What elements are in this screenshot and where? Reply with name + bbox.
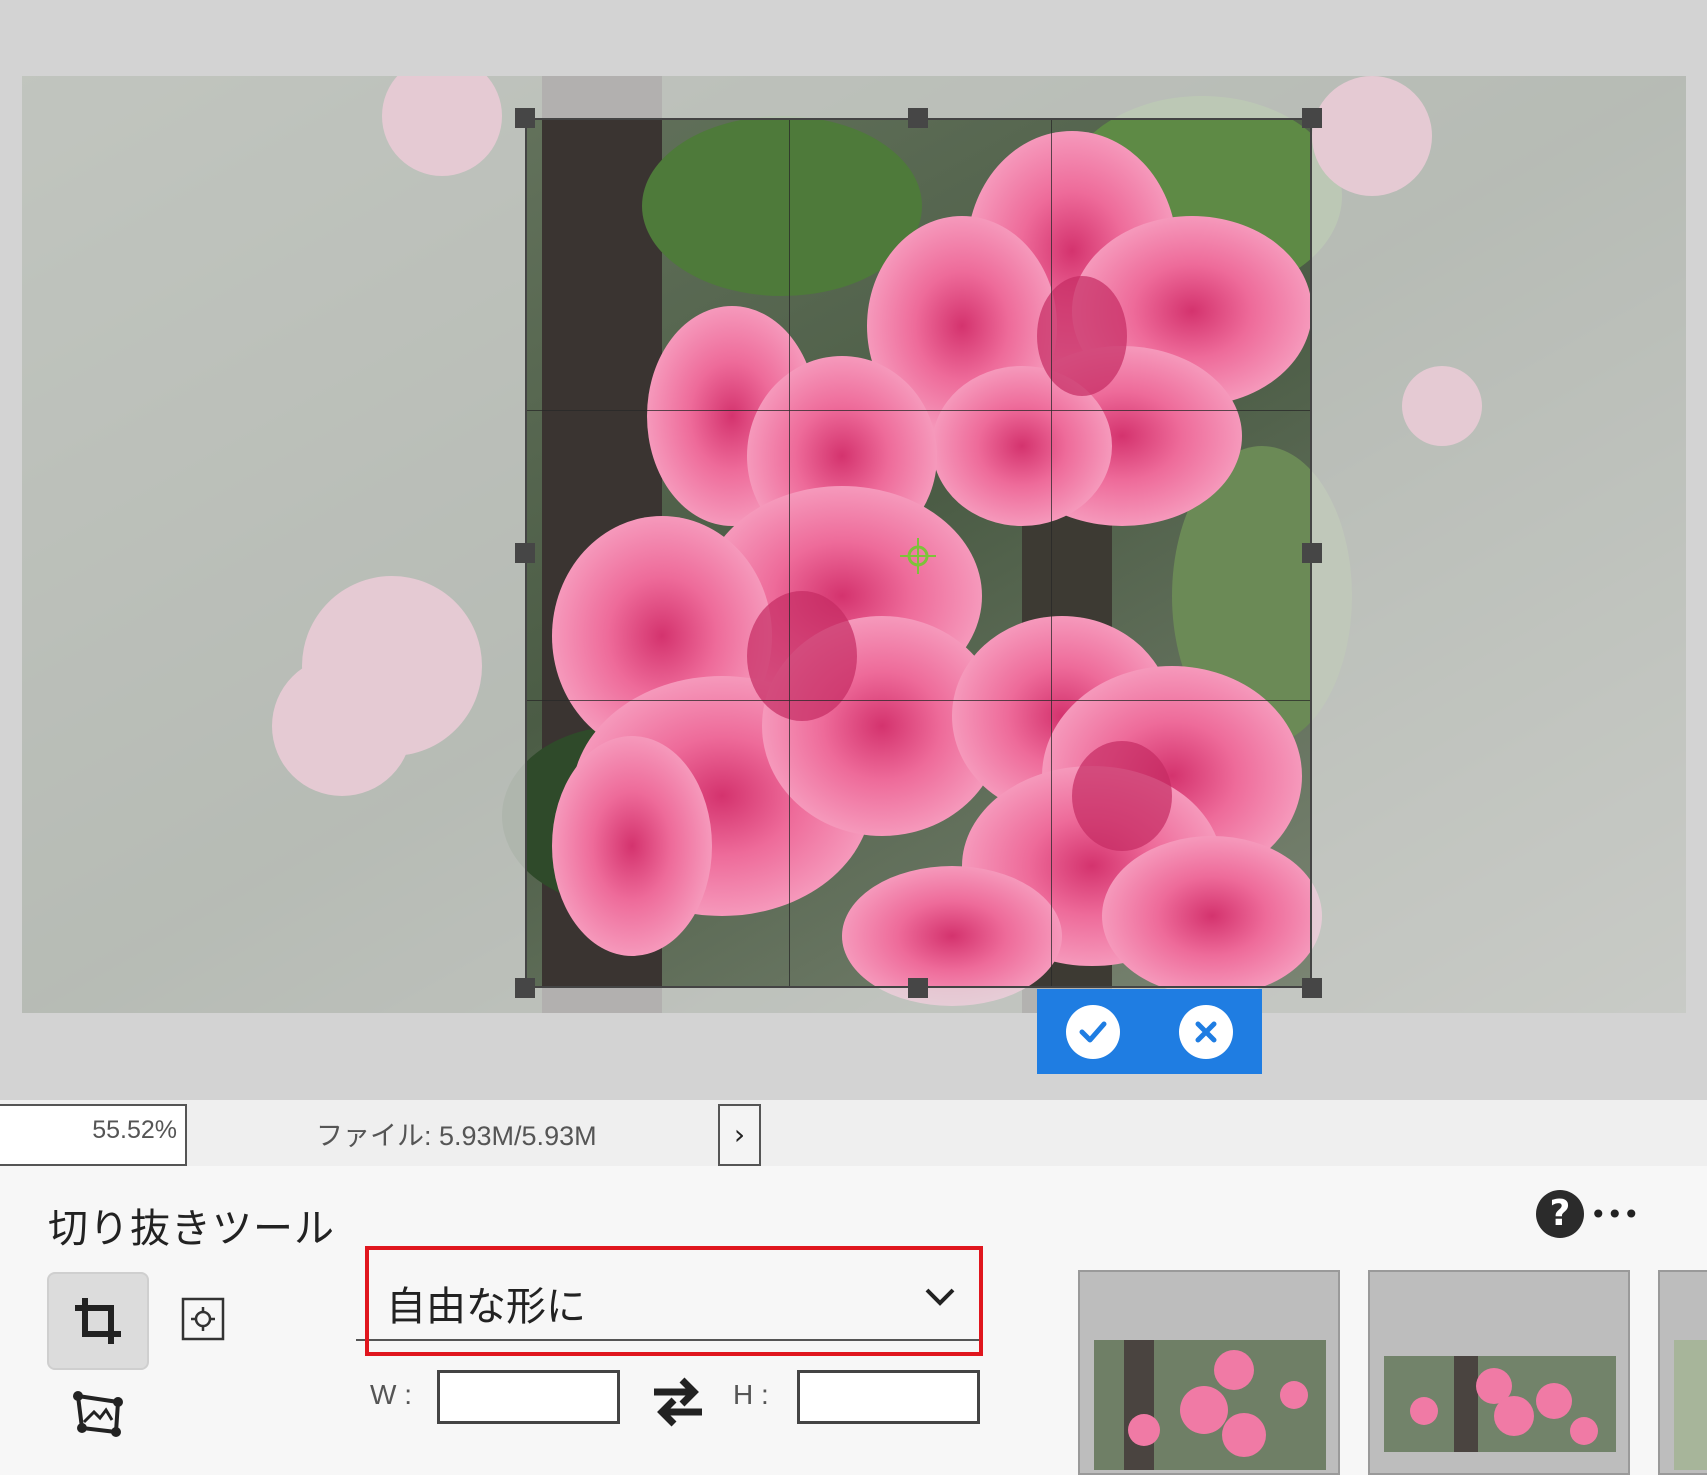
preset-crop-1[interactable] xyxy=(1078,1270,1340,1475)
aspect-ratio-selected: 自由な形に xyxy=(386,1284,586,1330)
crop-handle-bottom[interactable] xyxy=(908,978,928,998)
crop-handle-bottom-left[interactable] xyxy=(515,978,535,998)
preset-thumbnail-image xyxy=(1384,1356,1616,1452)
grid-line-v2 xyxy=(1051,120,1052,986)
crop-handle-top-right[interactable] xyxy=(1302,108,1322,128)
crop-tool-button[interactable] xyxy=(47,1272,149,1370)
preset-thumbnail-image xyxy=(1094,1340,1326,1470)
confirm-crop-button[interactable] xyxy=(1066,1004,1121,1059)
close-icon xyxy=(1195,1021,1217,1042)
crop-icon xyxy=(75,1298,121,1344)
canvas-area xyxy=(0,0,1707,1100)
grid-line-v1 xyxy=(789,120,790,986)
cancel-crop-button[interactable] xyxy=(1178,1004,1233,1059)
preset-thumbnail-image xyxy=(1674,1340,1707,1470)
crop-settings-button[interactable] xyxy=(180,1296,226,1342)
more-options-icon[interactable]: ••• xyxy=(1590,1198,1640,1231)
grid-line-h1 xyxy=(527,410,1310,411)
perspective-crop-button[interactable] xyxy=(70,1386,126,1442)
preset-crop-3[interactable] xyxy=(1658,1270,1707,1475)
tool-title: 切り抜きツール xyxy=(48,1206,335,1252)
crop-handle-right[interactable] xyxy=(1302,543,1322,563)
crop-handle-top-left[interactable] xyxy=(515,108,535,128)
width-label: W : xyxy=(370,1379,412,1410)
swap-arrows-icon[interactable] xyxy=(648,1374,708,1430)
width-input[interactable] xyxy=(437,1370,620,1424)
help-area[interactable]: ? ••• xyxy=(1536,1190,1640,1238)
height-input[interactable] xyxy=(797,1370,980,1424)
status-bar: 55.52% ファイル: 5.93M/5.93M › xyxy=(0,1100,1707,1166)
preset-thumbnail-flowers xyxy=(1384,1356,1616,1452)
dropdown-underline xyxy=(356,1339,982,1341)
crop-editor: 55.52% ファイル: 5.93M/5.93M › 切り抜きツール ? ••• xyxy=(0,0,1707,1475)
preset-thumbnail-flowers xyxy=(1094,1340,1326,1470)
crop-handle-left[interactable] xyxy=(515,543,535,563)
chevron-down-icon xyxy=(925,1288,955,1306)
zoom-level[interactable]: 55.52% xyxy=(0,1104,187,1166)
question-icon[interactable]: ? xyxy=(1536,1190,1584,1238)
height-label: H : xyxy=(733,1379,769,1410)
crop-center-crosshair-icon[interactable] xyxy=(898,536,938,576)
grid-line-h2 xyxy=(527,700,1310,701)
crop-handle-bottom-right[interactable] xyxy=(1302,978,1322,998)
gear-icon xyxy=(181,1297,225,1341)
preset-crop-2[interactable] xyxy=(1368,1270,1630,1475)
status-expand-button[interactable]: › xyxy=(718,1104,761,1166)
perspective-crop-icon xyxy=(73,1391,123,1437)
aspect-ratio-dropdown[interactable]: 自由な形に xyxy=(356,1246,984,1350)
chevron-right-icon: › xyxy=(733,1118,746,1151)
checkmark-icon xyxy=(1079,1021,1107,1042)
crop-action-bar xyxy=(1037,989,1262,1074)
file-size-info: ファイル: 5.93M/5.93M xyxy=(316,1121,597,1151)
crop-handle-top[interactable] xyxy=(908,108,928,128)
